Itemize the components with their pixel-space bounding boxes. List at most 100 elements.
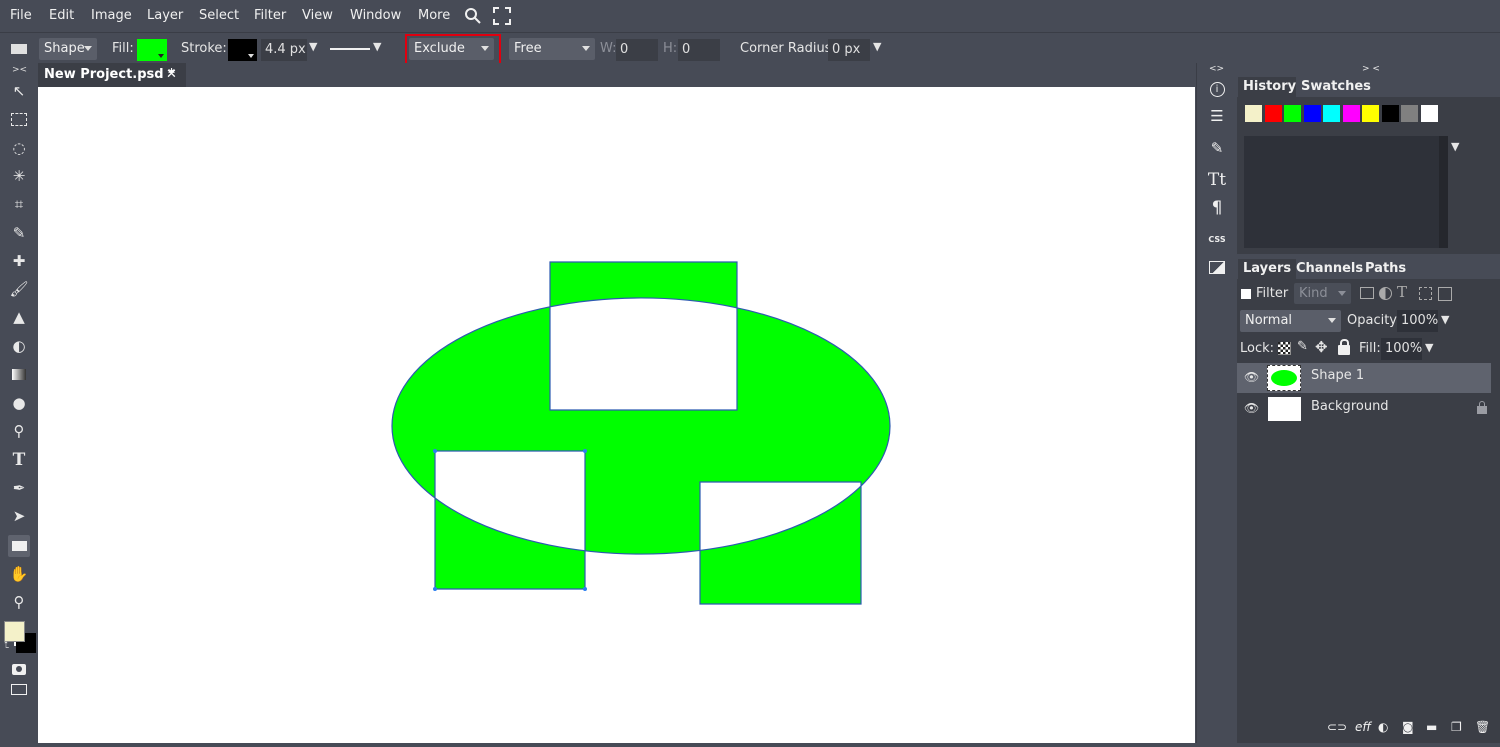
menu-select[interactable]: Select (199, 8, 239, 23)
lock-pixels-icon[interactable]: ✎ (1297, 339, 1308, 354)
path-select-icon[interactable]: ➤ (8, 505, 30, 527)
fullscreen-icon[interactable] (493, 7, 511, 25)
new-group-icon[interactable]: ▬ (1426, 720, 1437, 734)
move-tool-icon[interactable]: ↖ (8, 80, 30, 102)
tool-mode-select[interactable]: Shape (39, 38, 97, 60)
anchor-point[interactable] (583, 587, 587, 591)
fill-opacity-input[interactable]: 100% (1381, 338, 1422, 360)
search-icon[interactable] (464, 7, 482, 25)
blend-mode-select[interactable]: Normal (1240, 310, 1341, 332)
constraint-select[interactable]: Free (509, 38, 595, 60)
menu-filter[interactable]: Filter (254, 8, 286, 23)
menu-layer[interactable]: Layer (147, 8, 183, 23)
stroke-style-icon[interactable] (330, 48, 370, 50)
anchor-point[interactable] (433, 449, 437, 453)
visibility-eye-icon[interactable]: 👁 (1244, 370, 1259, 384)
screen-mode-icon[interactable] (8, 678, 30, 700)
exclude-shape[interactable] (391, 261, 891, 605)
info-icon[interactable]: i (1205, 77, 1229, 101)
opacity-dropdown-icon[interactable]: ▼ (1441, 313, 1449, 326)
canvas[interactable] (38, 87, 1195, 743)
brush-tool-icon[interactable]: 🖌 (8, 278, 30, 300)
filter-pixel-icon[interactable] (1360, 287, 1374, 299)
corner-radius-input[interactable]: 0 px (828, 39, 870, 61)
marquee-tool-icon[interactable] (8, 108, 30, 130)
color-swatch[interactable] (1303, 105, 1321, 122)
stroke-width-dropdown-icon[interactable]: ▼ (309, 40, 317, 53)
color-swatch[interactable] (1323, 105, 1340, 122)
paragraph-icon[interactable]: ¶ (1205, 196, 1229, 220)
tab-channels[interactable]: Channels (1291, 259, 1368, 279)
kind-select[interactable]: Kind (1294, 283, 1351, 304)
link-layers-icon[interactable]: ⊂⊃ (1327, 720, 1347, 734)
color-swatch[interactable] (1362, 105, 1379, 122)
gradient-tool-icon[interactable] (8, 363, 30, 385)
hand-tool-icon[interactable]: ✋ (8, 563, 30, 585)
stroke-width-input[interactable]: 4.4 px (261, 39, 307, 61)
menu-file[interactable]: File (10, 8, 32, 23)
close-tab-icon[interactable]: ✕ (166, 63, 177, 87)
corner-radius-dropdown-icon[interactable]: ▼ (873, 40, 881, 53)
filter-checkbox[interactable] (1241, 289, 1251, 299)
collapse-tools-icon[interactable]: >< (12, 65, 27, 75)
type-tool-icon[interactable]: T (8, 449, 30, 471)
tab-swatches[interactable]: Swatches (1296, 77, 1376, 97)
stroke-style-dropdown-icon[interactable]: ▼ (373, 40, 381, 53)
color-swatch[interactable] (1381, 105, 1399, 122)
pen-tool-icon[interactable]: ✒ (8, 477, 30, 499)
menu-window[interactable]: Window (350, 8, 401, 23)
height-input[interactable]: 0 (678, 39, 720, 61)
css-icon[interactable]: CSS (1205, 227, 1229, 251)
collapse-panel-icon[interactable]: > < (1362, 64, 1380, 74)
eyedropper-icon[interactable]: ✎ (8, 222, 30, 244)
reset-colors-icon[interactable]: ⮤ (4, 641, 9, 651)
adjustment-layer-icon[interactable]: ◐ (1378, 720, 1388, 734)
color-swatch[interactable] (1264, 105, 1282, 122)
lasso-tool-icon[interactable]: ◌ (8, 137, 30, 159)
new-layer-icon[interactable]: ❐ (1451, 720, 1462, 734)
crop-tool-icon[interactable]: ⌗ (8, 193, 30, 215)
blur-tool-icon[interactable]: ● (8, 392, 30, 414)
filter-shape-icon[interactable] (1419, 287, 1432, 300)
menu-edit[interactable]: Edit (49, 8, 74, 23)
lock-transparency-icon[interactable] (1278, 342, 1291, 355)
magic-wand-icon[interactable]: ✳ (8, 165, 30, 187)
document-tab[interactable]: New Project.psd * ✕ (38, 63, 186, 87)
fill-opacity-dropdown-icon[interactable]: ▼ (1425, 341, 1433, 354)
layer-name[interactable]: Background (1311, 399, 1389, 414)
menu-view[interactable]: View (302, 8, 333, 23)
quick-mask-icon[interactable] (8, 658, 30, 680)
foreground-color-swatch[interactable] (4, 621, 25, 642)
tab-history[interactable]: History (1238, 77, 1302, 97)
stroke-color-swatch[interactable] (228, 39, 257, 61)
eraser-tool-icon[interactable]: ◐ (8, 335, 30, 357)
zoom-tool-icon[interactable]: ⚲ (8, 591, 30, 613)
image-icon[interactable] (1205, 255, 1229, 279)
lock-all-icon[interactable] (1338, 339, 1350, 355)
tab-paths[interactable]: Paths (1360, 259, 1411, 279)
filter-adjustment-icon[interactable] (1379, 287, 1392, 300)
tab-layers[interactable]: Layers (1238, 259, 1297, 279)
menu-image[interactable]: Image (91, 8, 132, 23)
shape-tool-icon[interactable] (8, 535, 30, 557)
color-swatch[interactable] (1342, 105, 1360, 122)
layer-row-background[interactable]: 👁 Background (1237, 394, 1491, 424)
swatches-menu-icon[interactable]: ▼ (1451, 140, 1459, 153)
filter-smart-object-icon[interactable] (1438, 287, 1452, 301)
stamp-tool-icon[interactable]: ▲ (8, 306, 30, 328)
color-swatch[interactable] (1245, 105, 1262, 122)
dodge-tool-icon[interactable]: ⚲ (8, 420, 30, 442)
layer-name[interactable]: Shape 1 (1311, 368, 1364, 383)
visibility-eye-icon[interactable]: 👁 (1244, 401, 1259, 415)
opacity-input[interactable]: 100% (1397, 310, 1438, 332)
color-swatch[interactable] (1420, 105, 1438, 122)
layer-effects-icon[interactable]: eff (1355, 720, 1371, 734)
delete-layer-icon[interactable]: 🗑 (1475, 720, 1490, 734)
fill-color-swatch[interactable] (137, 39, 167, 61)
filter-type-icon[interactable]: T (1397, 283, 1407, 301)
brush-settings-icon[interactable]: ✎ (1205, 136, 1229, 160)
anchor-point[interactable] (583, 449, 587, 453)
adjustments-icon[interactable]: ☰ (1205, 104, 1229, 128)
layer-row-shape-1[interactable]: 👁 Shape 1 (1237, 363, 1491, 393)
layer-mask-icon[interactable]: ◙ (1402, 720, 1414, 734)
